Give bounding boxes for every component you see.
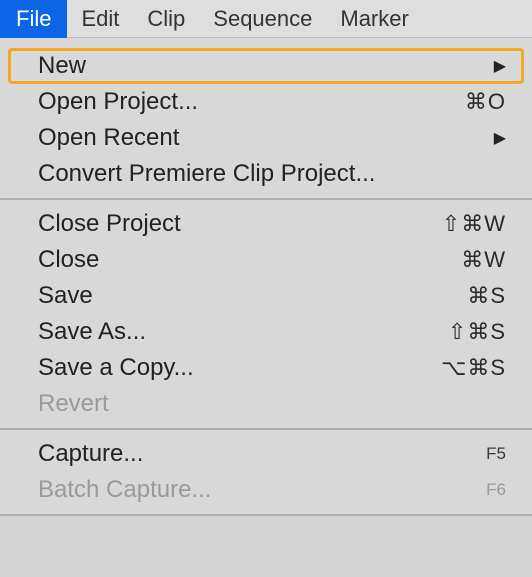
menu-item-label: Convert Premiere Clip Project... bbox=[38, 160, 506, 188]
menu-item-label: Save bbox=[38, 282, 467, 310]
menu-item-close-project[interactable]: Close Project ⇧⌘W bbox=[0, 206, 532, 242]
menu-item-open-project[interactable]: Open Project... ⌘O bbox=[0, 84, 532, 120]
menu-item-new[interactable]: New ▶ bbox=[8, 48, 524, 84]
menu-shortcut: ⌘O bbox=[465, 89, 506, 115]
menu-item-close[interactable]: Close ⌘W bbox=[0, 242, 532, 278]
menu-shortcut: ⇧⌘W bbox=[442, 211, 506, 237]
menu-item-label: New bbox=[38, 52, 494, 80]
submenu-arrow-icon: ▶ bbox=[494, 128, 506, 148]
submenu-arrow-icon: ▶ bbox=[494, 56, 506, 76]
menu-item-capture[interactable]: Capture... F5 bbox=[0, 436, 532, 472]
menu-item-label: Close Project bbox=[38, 210, 442, 238]
menubar: File Edit Clip Sequence Marker bbox=[0, 0, 532, 38]
menu-item-open-recent[interactable]: Open Recent ▶ bbox=[0, 120, 532, 156]
menu-item-label: Save a Copy... bbox=[38, 354, 441, 382]
menu-item-label: Open Recent bbox=[38, 124, 494, 152]
menu-shortcut: ⌘S bbox=[467, 283, 506, 309]
menu-shortcut: ⌘W bbox=[461, 247, 506, 273]
menu-separator bbox=[0, 514, 532, 516]
menu-item-label: Capture... bbox=[38, 440, 486, 468]
menu-shortcut: F6 bbox=[486, 480, 506, 500]
menu-item-save-as[interactable]: Save As... ⇧⌘S bbox=[0, 314, 532, 350]
menu-shortcut: F5 bbox=[486, 444, 506, 464]
menu-shortcut: ⌥⌘S bbox=[441, 355, 506, 381]
menu-item-label: Revert bbox=[38, 390, 506, 418]
menu-separator bbox=[0, 198, 532, 200]
file-dropdown: New ▶ Open Project... ⌘O Open Recent ▶ C… bbox=[0, 38, 532, 516]
menu-shortcut: ⇧⌘S bbox=[448, 319, 506, 345]
menu-item-label: Open Project... bbox=[38, 88, 465, 116]
menu-item-batch-capture: Batch Capture... F6 bbox=[0, 472, 532, 508]
menu-item-label: Save As... bbox=[38, 318, 448, 346]
menubar-item-edit[interactable]: Edit bbox=[67, 0, 133, 38]
menu-item-convert-premiere[interactable]: Convert Premiere Clip Project... bbox=[0, 156, 532, 192]
menubar-item-sequence[interactable]: Sequence bbox=[199, 0, 326, 38]
menu-item-save[interactable]: Save ⌘S bbox=[0, 278, 532, 314]
menu-item-label: Batch Capture... bbox=[38, 476, 486, 504]
menu-item-label: Close bbox=[38, 246, 461, 274]
menubar-item-marker[interactable]: Marker bbox=[326, 0, 422, 38]
menu-item-save-copy[interactable]: Save a Copy... ⌥⌘S bbox=[0, 350, 532, 386]
menubar-item-clip[interactable]: Clip bbox=[133, 0, 199, 38]
menubar-item-file[interactable]: File bbox=[0, 0, 67, 38]
menu-separator bbox=[0, 428, 532, 430]
menu-item-revert: Revert bbox=[0, 386, 532, 422]
